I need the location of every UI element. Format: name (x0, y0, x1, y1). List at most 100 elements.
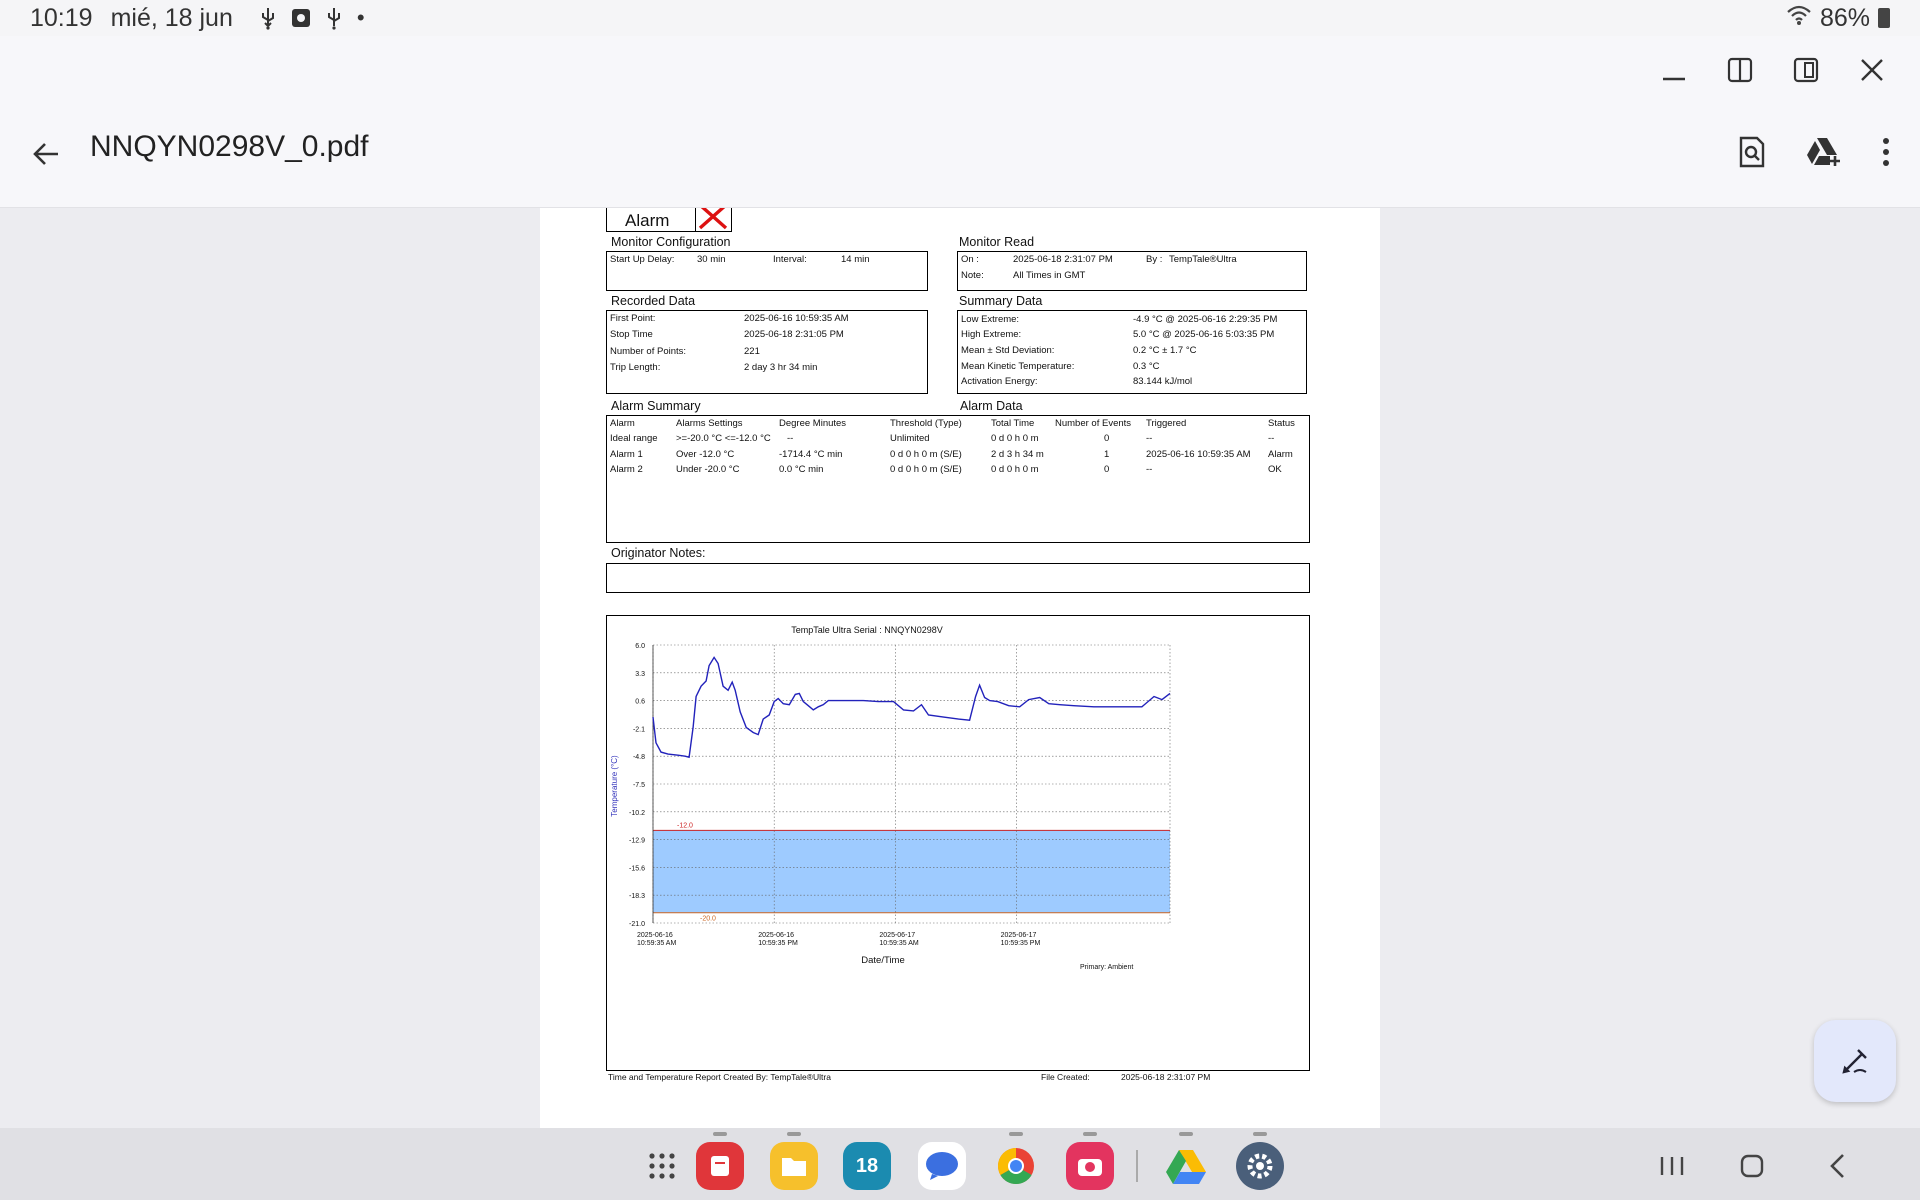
alarm-table-cell: >=-20.0 °C <=-12.0 °C (676, 433, 771, 444)
drive-add-icon (1807, 138, 1840, 166)
monitor-read-heading: Monitor Read (959, 235, 1035, 249)
taskbar: 18 (0, 1128, 1920, 1200)
summary-value: 0.2 °C ± 1.7 °C (1133, 345, 1197, 356)
y-axis-label: Temperature (°C) (610, 755, 619, 817)
series-label: Primary: Ambient (1080, 964, 1133, 971)
wifi-icon (1786, 4, 1812, 33)
recorded-label: First Point: (610, 313, 656, 324)
summary-value: -4.9 °C @ 2025-06-16 2:29:35 PM (1133, 314, 1278, 325)
recent-apps-button[interactable] (1652, 1146, 1692, 1186)
messages-app-icon[interactable] (918, 1142, 966, 1190)
x-axis-label: Date/Time (861, 955, 904, 966)
alarm-data-heading: Alarm Data (960, 399, 1023, 413)
save-to-drive-button[interactable] (1800, 128, 1848, 176)
arrow-left-icon (33, 143, 58, 165)
home-button[interactable] (1732, 1146, 1772, 1186)
summary-data-heading: Summary Data (959, 294, 1043, 308)
summary-value: 83.144 kJ/mol (1133, 376, 1193, 387)
summary-label: Mean Kinetic Temperature: (961, 361, 1075, 372)
temperature-series-line (652, 656, 1171, 759)
y-tick-label: -18.3 (629, 893, 645, 900)
recorded-label: Number of Points: (610, 346, 687, 357)
status-time: 10:19 (30, 3, 93, 32)
x-tick-date: 2025-06-16 (758, 932, 794, 939)
annotate-fab-button[interactable] (1814, 1020, 1896, 1102)
alarm-table-cell: Over -12.0 °C (676, 449, 735, 460)
grid-icon (649, 1153, 675, 1179)
usb-icon-2 (323, 6, 345, 30)
pen-annotate-icon (1842, 1049, 1867, 1074)
alarm-table-cell: 0 d 0 h 0 m (991, 464, 1039, 475)
chart-title: TempTale Ultra Serial : NNQYN0298V (791, 625, 943, 635)
y-tick-label: -2.1 (633, 726, 645, 733)
x-tick-time: 10:59:35 PM (1001, 940, 1041, 947)
interval-label: Interval: (773, 254, 807, 265)
y-tick-label: -10.2 (629, 810, 645, 817)
back-button[interactable] (24, 132, 68, 176)
y-tick-label: 6.0 (635, 643, 645, 650)
recorded-value: 2 day 3 hr 34 min (744, 362, 818, 373)
y-tick-label: -7.5 (633, 782, 645, 789)
usb-icon (257, 6, 279, 30)
alarm-table-header: Alarm (610, 418, 635, 429)
app-drawer-button[interactable] (638, 1142, 686, 1190)
recorded-value: 2025-06-16 10:59:35 AM (744, 313, 849, 324)
nav-back-button[interactable] (1818, 1146, 1858, 1186)
chart-svg: TempTale Ultra Serial : NNQYN0298V -12.0 -… (610, 625, 1171, 971)
alarm-table-cell: 1 (1104, 449, 1110, 460)
drive-app-icon[interactable] (1162, 1132, 1210, 1190)
y-tick-label: -4.8 (633, 754, 645, 761)
pdf-page[interactable]: Alarm Monitor Configuration Start Up Del… (540, 208, 1380, 1128)
originator-notes-box (606, 563, 1310, 593)
alarm-table-cell: -1714.4 °C min (779, 449, 843, 460)
x-tick-time: 10:59:35 AM (879, 940, 918, 947)
settings-app-icon[interactable] (1236, 1132, 1284, 1190)
chrome-app-icon[interactable] (992, 1132, 1040, 1190)
alarm-table-cell: Ideal range (610, 433, 658, 444)
alarm-label: Alarm (625, 211, 670, 230)
alarm-table: Alarm Alarms Settings Degree Minutes Thr… (606, 415, 1310, 543)
screen-recorder-icon (291, 8, 311, 28)
temperature-chart: TempTale Ultra Serial : NNQYN0298V -12.0 -… (606, 615, 1310, 1071)
alarm-table-cell: 0 (1104, 433, 1110, 444)
more-vert-icon (1883, 138, 1889, 166)
camera-app-icon[interactable] (1066, 1132, 1114, 1190)
recorded-value: 221 (744, 346, 760, 357)
monitor-config-box: Start Up Delay: 30 min Interval: 14 min (606, 251, 928, 291)
alarm-table-cell: -- (1146, 464, 1153, 475)
alarm-table-header: Alarms Settings (676, 418, 743, 429)
close-window-button[interactable] (1852, 50, 1892, 90)
alarm-table-cell: 0.0 °C min (779, 464, 824, 475)
alarm-table-cell: OK (1268, 464, 1282, 475)
x-tick-date: 2025-06-17 (1001, 932, 1037, 939)
recorded-label: Stop Time (610, 329, 653, 340)
app-bar: NNQYN0298V_0.pdf (0, 102, 1920, 208)
note-label: Note: (961, 270, 984, 281)
split-view-button[interactable] (1720, 50, 1760, 90)
search-document-button[interactable] (1728, 128, 1776, 176)
alarm-table-header: Status (1268, 418, 1295, 429)
footer-file-created-label: File Created: (1041, 1072, 1090, 1082)
monitor-read-box: On : 2025-06-18 2:31:07 PM By : TempTale… (957, 251, 1307, 291)
alarm-table-cell: -- (1146, 433, 1153, 444)
read-by-label: By : (1146, 254, 1163, 265)
y-tick-label: -21.0 (629, 921, 645, 928)
notes-app-icon[interactable] (696, 1132, 744, 1190)
files-app-icon[interactable] (770, 1132, 818, 1190)
alarm-table-cell: 0 d 0 h 0 m (991, 433, 1039, 444)
alarm-table-cell: -- (787, 433, 794, 444)
minimize-button[interactable] (1654, 50, 1694, 90)
y-tick-label: -12.9 (629, 838, 645, 845)
popup-view-button[interactable] (1786, 50, 1826, 90)
monitor-config-heading: Monitor Configuration (611, 235, 731, 249)
battery-icon (1878, 8, 1890, 28)
more-options-button[interactable] (1862, 128, 1910, 176)
startup-delay-value: 30 min (697, 254, 726, 265)
alarm-table-header: Number of Events (1055, 418, 1132, 429)
footer-created-by: Time and Temperature Report Created By: … (608, 1072, 831, 1082)
read-on-value: 2025-06-18 2:31:07 PM (1013, 254, 1113, 265)
battery-level: 86% (1819, 3, 1870, 32)
summary-label: Activation Energy: (961, 376, 1038, 387)
calendar-app-icon[interactable]: 18 (843, 1142, 891, 1190)
status-date: mié, 18 jun (110, 3, 233, 32)
